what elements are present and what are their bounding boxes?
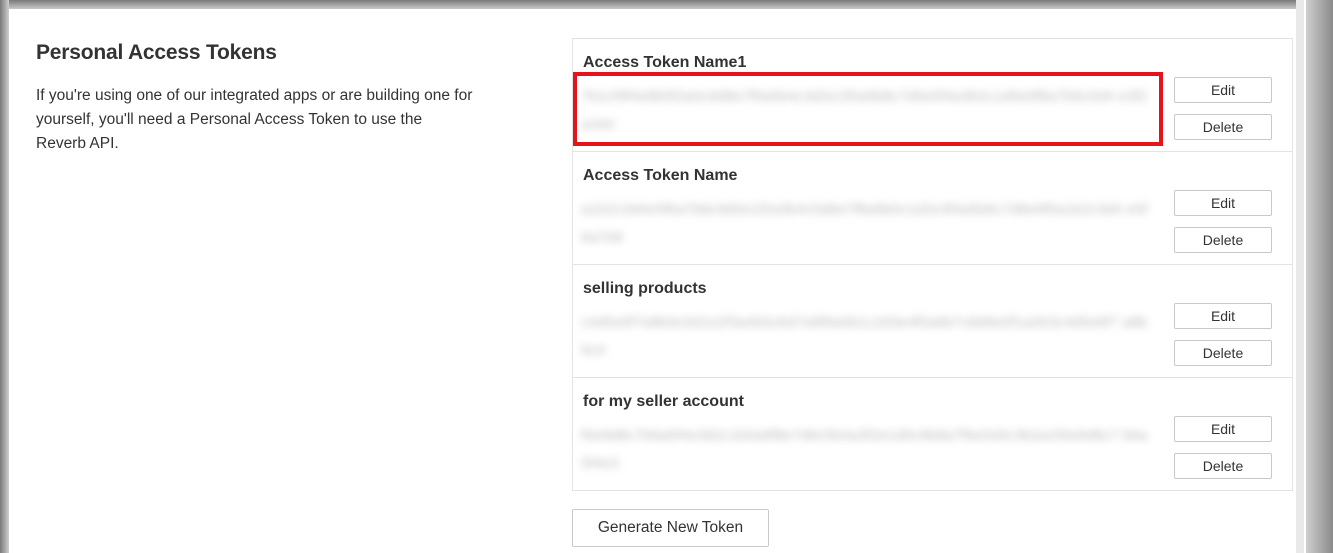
token-value-blurred: f0e9d8c7b6a5f4e3d2c1b0a9f8e7d6c5b4a3f2e1… [581,427,1148,472]
page-content: Personal Access Tokens If you're using o… [9,9,1296,553]
window-frame-top [0,0,1333,9]
token-row: Access Token Name a1b2c3d4e5f6a7b8c9d0e1f… [573,152,1292,265]
window-frame-right [1296,0,1333,553]
edit-token-button[interactable]: Edit [1174,77,1272,103]
edit-token-button[interactable]: Edit [1174,416,1272,442]
token-value-blurred: a1b2c3d4e5f6a7b8c9d0e1f2a3b4c5d6e7f8a9b0… [581,201,1148,246]
token-value-blurred: 7b1cf9f4e8b5f2a0c9d8e7f6a5b4c3d2e1f0a9b8… [581,88,1148,133]
delete-token-button[interactable]: Delete [1174,114,1272,140]
token-value-blurred: c4d5e6f7a8b9c0d1e2f3a4b5c6d7e8f9a0b1c2d3… [581,314,1148,359]
section-title: Personal Access Tokens [36,41,277,64]
token-name: selling products [583,280,707,297]
delete-token-button[interactable]: Delete [1174,227,1272,253]
token-row: selling products c4d5e6f7a8b9c0d1e2f3a4b5… [573,265,1292,378]
token-list: Access Token Name1 7b1cf9f4e8b5f2a0c9d8e7… [572,38,1293,491]
delete-token-button[interactable]: Delete [1174,340,1272,366]
delete-token-button[interactable]: Delete [1174,453,1272,479]
token-row: for my seller account f0e9d8c7b6a5f4e3d2c… [573,378,1292,490]
section-description: If you're using one of our integrated ap… [36,87,473,152]
edit-token-button[interactable]: Edit [1174,190,1272,216]
token-name: Access Token Name [583,167,738,184]
generate-new-token-button[interactable]: Generate New Token [572,509,769,547]
window-frame-left [0,0,9,553]
token-name: for my seller account [583,393,744,410]
edit-token-button[interactable]: Edit [1174,303,1272,329]
token-name: Access Token Name1 [583,54,747,71]
token-row: Access Token Name1 7b1cf9f4e8b5f2a0c9d8e7… [573,39,1292,152]
section-intro: Personal Access Tokens If you're using o… [36,41,476,156]
